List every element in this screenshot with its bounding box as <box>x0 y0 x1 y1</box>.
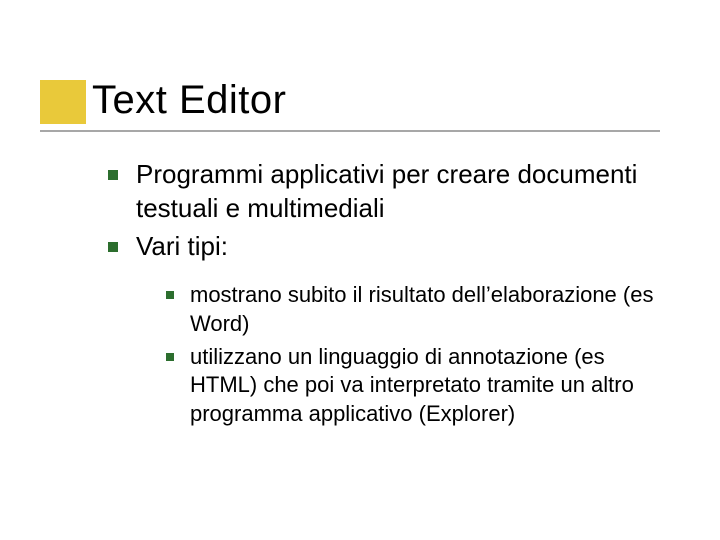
title-underline <box>40 130 660 132</box>
sub-list: mostrano subito il risultato dell’elabor… <box>166 281 660 428</box>
list-item: Programmi applicativi per creare documen… <box>108 158 660 226</box>
square-bullet-icon <box>166 291 174 299</box>
list-item-text: Programmi applicativi per creare documen… <box>136 158 660 226</box>
slide-title: Text Editor <box>92 78 660 122</box>
sub-list-item: utilizzano un linguaggio di annotazione … <box>166 343 660 429</box>
sub-list-item-text: utilizzano un linguaggio di annotazione … <box>190 343 660 429</box>
sub-list-item: mostrano subito il risultato dell’elabor… <box>166 281 660 338</box>
square-bullet-icon <box>108 242 118 252</box>
square-bullet-icon <box>166 353 174 361</box>
list-item: Vari tipi: <box>108 230 660 264</box>
square-bullet-icon <box>108 170 118 180</box>
title-wrap: Text Editor <box>92 78 660 122</box>
sub-list-item-text: mostrano subito il risultato dell’elabor… <box>190 281 660 338</box>
list-item-text: Vari tipi: <box>136 230 228 264</box>
slide-body: Programmi applicativi per creare documen… <box>108 158 660 432</box>
slide: Text Editor Programmi applicativi per cr… <box>0 0 720 540</box>
title-accent-box <box>40 80 86 124</box>
